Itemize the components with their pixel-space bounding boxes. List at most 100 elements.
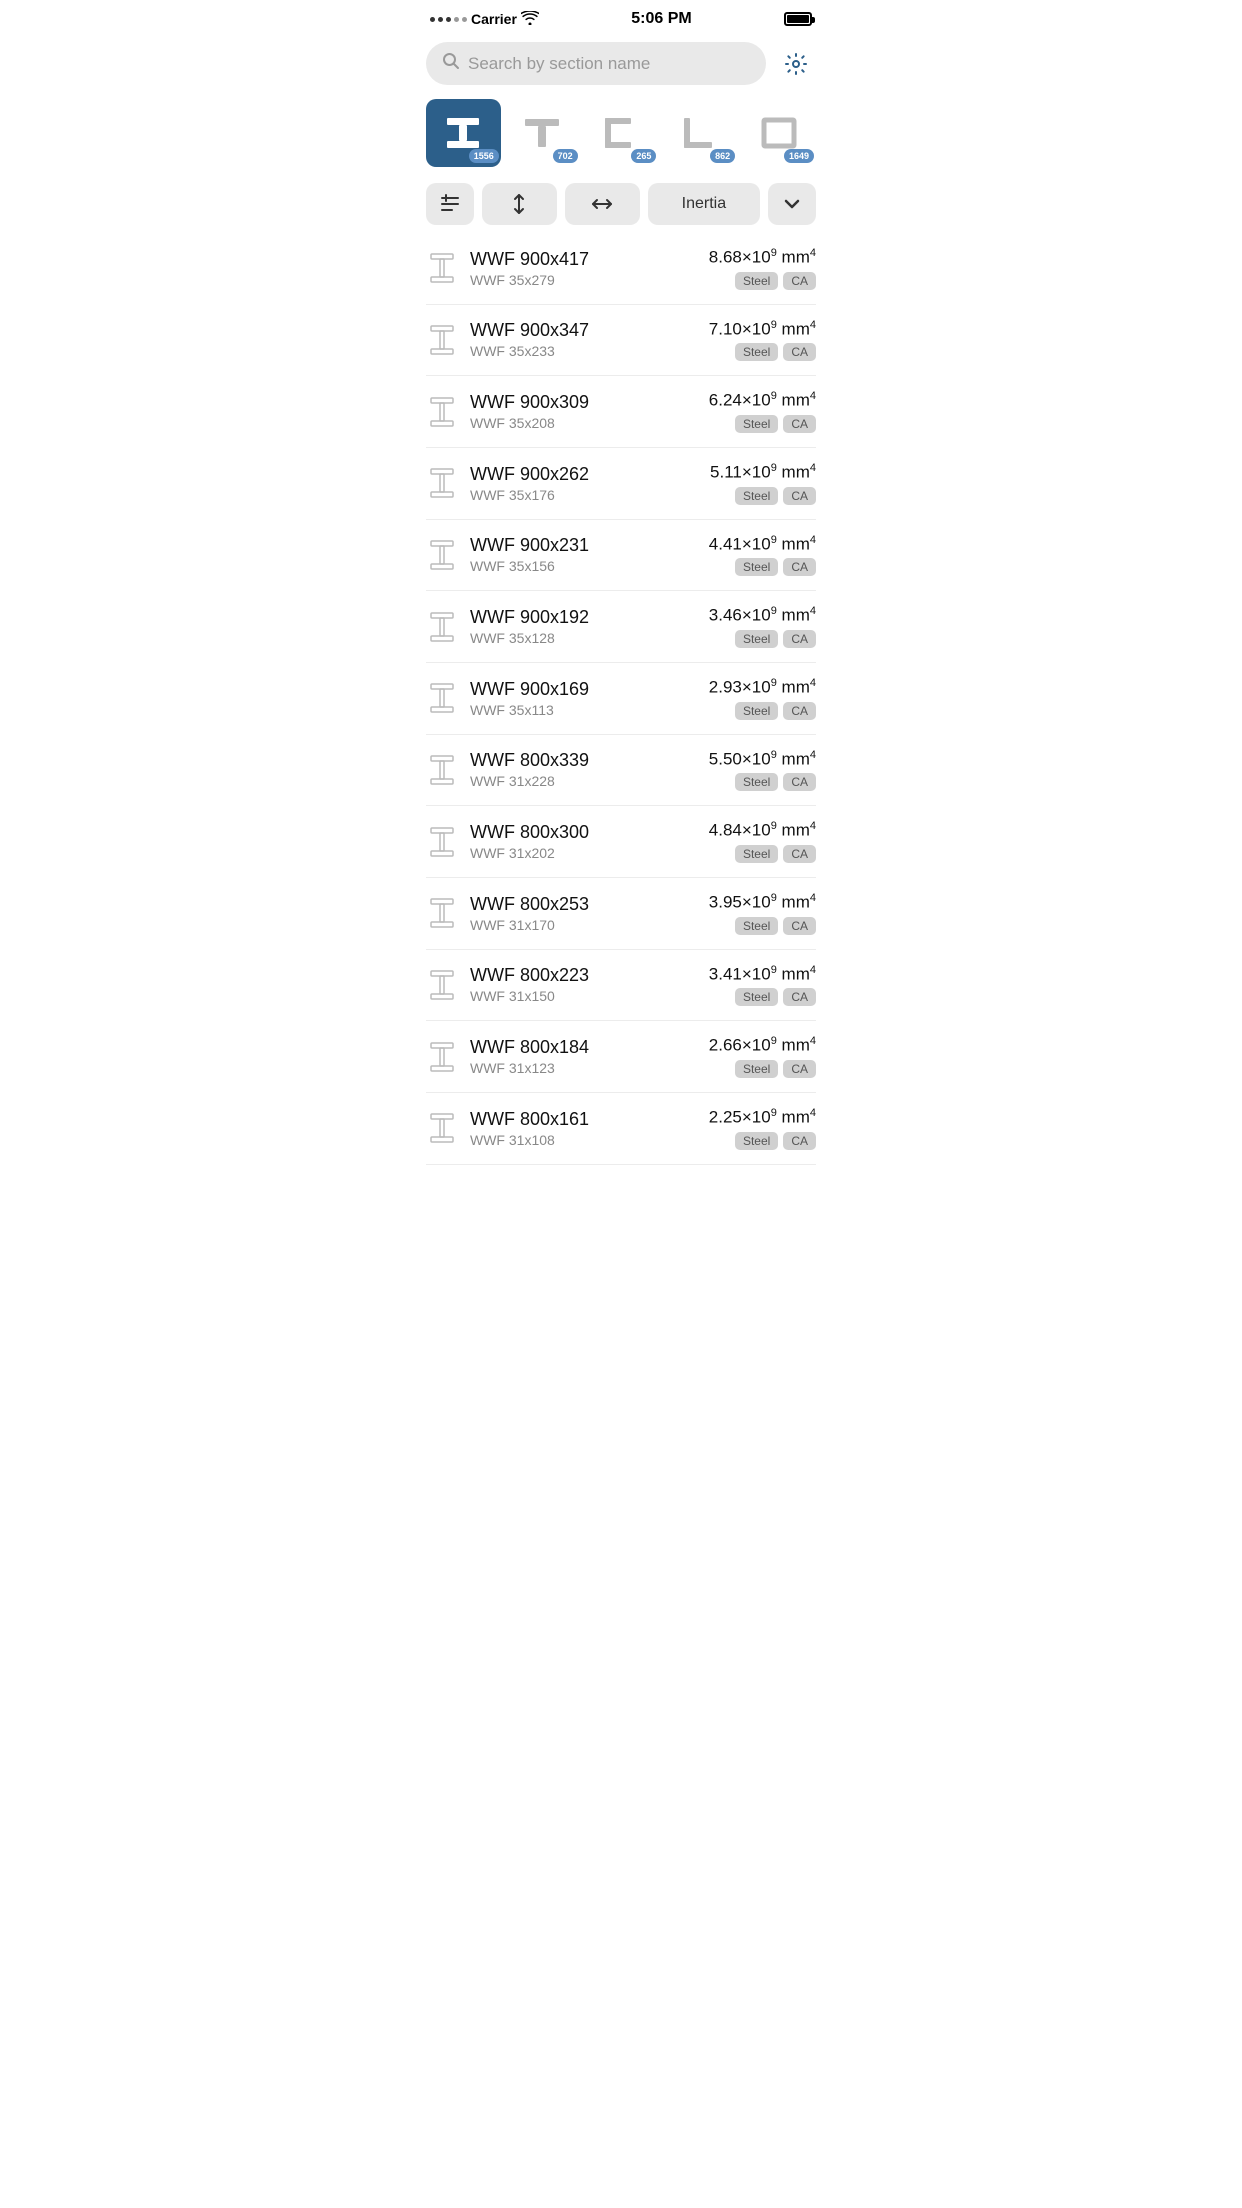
section-sub: WWF 35x233 [470, 343, 697, 359]
section-tag: CA [783, 343, 816, 361]
section-inertia: 2.93×109 mm4 [709, 677, 816, 698]
sort-height-button[interactable] [482, 183, 557, 225]
shape-tab-channel[interactable]: 265 [584, 99, 659, 167]
section-tags: SteelCA [709, 343, 816, 361]
section-inertia: 4.41×109 mm4 [709, 534, 816, 555]
shape-tab-ibeam-count: 1556 [469, 149, 499, 163]
status-left: Carrier [430, 11, 539, 28]
section-tag: Steel [735, 702, 778, 720]
section-tags: SteelCA [709, 558, 816, 576]
status-time: 5:06 PM [631, 10, 691, 28]
section-info: WWF 900x347 WWF 35x233 [470, 320, 697, 359]
wifi-icon [521, 11, 539, 28]
section-value-block: 3.41×109 mm4 SteelCA [709, 964, 816, 1007]
status-bar: Carrier 5:06 PM [414, 0, 828, 34]
list-item[interactable]: WWF 900x231 WWF 35x156 4.41×109 mm4 Stee… [426, 520, 816, 592]
shape-tab-channel-count: 265 [631, 149, 656, 163]
section-sub: WWF 35x208 [470, 415, 697, 431]
section-tags: SteelCA [709, 1132, 816, 1150]
section-tag: Steel [735, 630, 778, 648]
section-sub: WWF 31x170 [470, 917, 697, 933]
list-item[interactable]: WWF 800x253 WWF 31x170 3.95×109 mm4 Stee… [426, 878, 816, 950]
section-icon [426, 253, 458, 283]
list-item[interactable]: WWF 800x223 WWF 31x150 3.41×109 mm4 Stee… [426, 950, 816, 1022]
section-info: WWF 800x300 WWF 31x202 [470, 822, 697, 861]
section-tag: Steel [735, 487, 778, 505]
filter-button[interactable] [426, 183, 474, 225]
search-placeholder: Search by section name [468, 54, 750, 74]
status-right [784, 12, 812, 26]
shape-tab-rect-count: 1649 [784, 149, 814, 163]
section-sub: WWF 31x228 [470, 773, 697, 789]
section-icon [426, 325, 458, 355]
search-icon [442, 52, 460, 75]
section-tag: Steel [735, 773, 778, 791]
list-item[interactable]: WWF 800x339 WWF 31x228 5.50×109 mm4 Stee… [426, 735, 816, 807]
section-tags: SteelCA [709, 702, 816, 720]
list-item[interactable]: WWF 900x262 WWF 35x176 5.11×109 mm4 Stee… [426, 448, 816, 520]
section-info: WWF 800x184 WWF 31x123 [470, 1037, 697, 1076]
section-tag: CA [783, 773, 816, 791]
section-inertia: 3.95×109 mm4 [709, 892, 816, 913]
list-item[interactable]: WWF 900x169 WWF 35x113 2.93×109 mm4 Stee… [426, 663, 816, 735]
shape-tab-ibeam[interactable]: 1556 [426, 99, 501, 167]
section-name: WWF 800x184 [470, 1037, 697, 1058]
signal-dots [430, 17, 467, 22]
section-sub: WWF 31x202 [470, 845, 697, 861]
section-info: WWF 800x223 WWF 31x150 [470, 965, 697, 1004]
section-sub: WWF 35x176 [470, 487, 698, 503]
section-inertia: 2.66×109 mm4 [709, 1035, 816, 1056]
list-item[interactable]: WWF 800x184 WWF 31x123 2.66×109 mm4 Stee… [426, 1021, 816, 1093]
section-name: WWF 800x223 [470, 965, 697, 986]
shape-tab-tee-count: 702 [553, 149, 578, 163]
shape-tab-rect[interactable]: 1649 [741, 99, 816, 167]
section-icon [426, 1042, 458, 1072]
section-info: WWF 800x339 WWF 31x228 [470, 750, 697, 789]
list-item[interactable]: WWF 900x417 WWF 35x279 8.68×109 mm4 Stee… [426, 233, 816, 305]
section-icon [426, 397, 458, 427]
section-icon [426, 755, 458, 785]
section-tag: Steel [735, 917, 778, 935]
section-inertia: 8.68×109 mm4 [709, 247, 816, 268]
list-item[interactable]: WWF 800x300 WWF 31x202 4.84×109 mm4 Stee… [426, 806, 816, 878]
section-tag: Steel [735, 1060, 778, 1078]
section-value-block: 8.68×109 mm4 SteelCA [709, 247, 816, 290]
section-icon [426, 468, 458, 498]
section-tag: CA [783, 415, 816, 433]
section-tags: SteelCA [709, 917, 816, 935]
section-tags: SteelCA [709, 1060, 816, 1078]
section-value-block: 2.25×109 mm4 SteelCA [709, 1107, 816, 1150]
section-inertia: 3.41×109 mm4 [709, 964, 816, 985]
list-item[interactable]: WWF 800x161 WWF 31x108 2.25×109 mm4 Stee… [426, 1093, 816, 1165]
shape-tab-tee[interactable]: 702 [505, 99, 580, 167]
section-name: WWF 900x169 [470, 679, 697, 700]
section-value-block: 4.84×109 mm4 SteelCA [709, 820, 816, 863]
section-value-block: 2.66×109 mm4 SteelCA [709, 1035, 816, 1078]
section-value-block: 6.24×109 mm4 SteelCA [709, 390, 816, 433]
section-name: WWF 900x262 [470, 464, 698, 485]
section-sub: WWF 31x150 [470, 988, 697, 1004]
search-bar[interactable]: Search by section name [426, 42, 766, 85]
battery-icon [784, 12, 812, 26]
sort-direction-button[interactable] [768, 183, 816, 225]
section-tag: Steel [735, 845, 778, 863]
section-inertia: 3.46×109 mm4 [709, 605, 816, 626]
list-item[interactable]: WWF 900x347 WWF 35x233 7.10×109 mm4 Stee… [426, 305, 816, 377]
section-tag: CA [783, 845, 816, 863]
shape-tab-angle[interactable]: 862 [662, 99, 737, 167]
section-sub: WWF 31x108 [470, 1132, 697, 1148]
section-info: WWF 900x169 WWF 35x113 [470, 679, 697, 718]
list-item[interactable]: WWF 900x192 WWF 35x128 3.46×109 mm4 Stee… [426, 591, 816, 663]
list-item[interactable]: WWF 900x309 WWF 35x208 6.24×109 mm4 Stee… [426, 376, 816, 448]
section-inertia: 7.10×109 mm4 [709, 319, 816, 340]
sort-width-button[interactable] [565, 183, 640, 225]
section-value-block: 2.93×109 mm4 SteelCA [709, 677, 816, 720]
section-icon [426, 898, 458, 928]
section-tag: Steel [735, 415, 778, 433]
shape-tabs: 1556 702 265 862 1649 [414, 93, 828, 179]
settings-button[interactable] [776, 44, 816, 84]
section-info: WWF 900x309 WWF 35x208 [470, 392, 697, 431]
section-inertia: 2.25×109 mm4 [709, 1107, 816, 1128]
sort-property-button[interactable]: Inertia [648, 183, 760, 225]
section-value-block: 3.95×109 mm4 SteelCA [709, 892, 816, 935]
